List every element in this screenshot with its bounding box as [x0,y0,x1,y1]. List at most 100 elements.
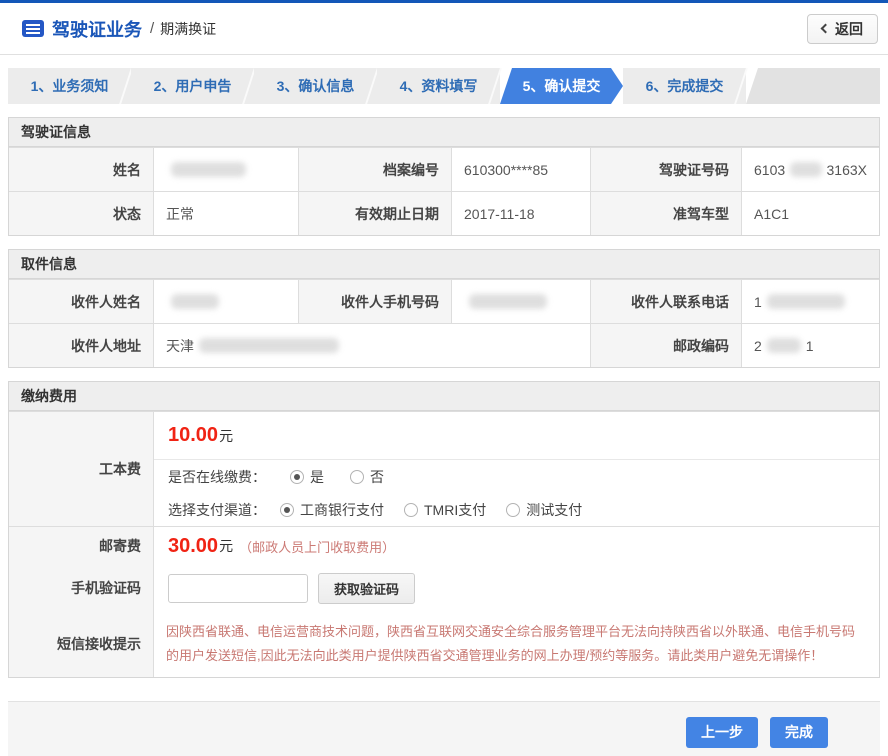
sms-tip-label: 短信接收提示 [9,611,153,677]
license-info-section: 驾驶证信息 姓名 档案编号 610300****85 驾驶证号码 6103316… [8,117,880,236]
redacted-blur [790,162,821,177]
license-form-icon [22,20,44,37]
table-row: 姓名 档案编号 610300****85 驾驶证号码 61033163X [9,147,879,191]
fees-section: 缴纳费用 工本费 10.00 元 是否在线缴费： 是 否 选择支付渠道： [8,381,880,678]
mail-fee-label: 邮寄费 [9,527,153,565]
production-fee-amount-line: 10.00 元 [154,412,879,460]
address-prefix: 天津 [166,336,194,356]
step-label: 2、用户申告 [154,76,232,96]
step-bar-tail [746,68,880,104]
radio-channel-icbc[interactable] [280,503,294,517]
step-separator [488,68,502,104]
file-no-value: 610300****85 [451,148,590,191]
recipient-name-value [153,280,298,323]
page-title: 驾驶证业务 [52,16,142,42]
channel-tmri-label[interactable]: TMRI支付 [424,500,486,520]
breadcrumb-separator: / [150,20,154,37]
expiry-label: 有效期止日期 [298,192,451,235]
license-no-suffix: 3163X [827,162,867,178]
production-fee-row: 工本费 10.00 元 是否在线缴费： 是 否 选择支付渠道： 工商银行支付 [9,411,879,526]
sms-tip-row: 短信接收提示 因陕西省联通、电信运营商技术问题，陕西省互联网交通安全综合服务管理… [9,610,879,677]
step-label: 5、确认提交 [523,76,601,96]
currency-unit: 元 [219,426,233,446]
vehicle-class-label: 准驾车型 [590,192,741,235]
get-code-button[interactable]: 获取验证码 [318,573,415,604]
section-title: 缴纳费用 [9,382,879,411]
mail-fee-row: 邮寄费 30.00 元 （邮政人员上门收取费用） [9,526,879,564]
production-fee-amount: 10.00 [168,424,218,447]
pay-channel-line: 选择支付渠道： 工商银行支付 TMRI支付 测试支付 [154,493,879,526]
license-no-value: 6103 3163X [741,148,879,191]
postcode-suffix: 1 [806,338,814,354]
step-label: 6、完成提交 [646,76,724,96]
radio-channel-tmri[interactable] [404,503,418,517]
section-title: 驾驶证信息 [9,118,879,147]
table-row: 状态 正常 有效期止日期 2017-11-18 准驾车型 A1C1 [9,191,879,235]
footer-action-bar: 上一步 完成 [8,701,880,756]
recipient-address-value: 天津 [153,324,590,367]
channel-test-label[interactable]: 测试支付 [526,500,582,520]
mail-fee-amount: 30.00 [168,535,218,558]
license-no-prefix: 6103 [754,162,785,178]
phone-prefix: 1 [754,294,762,310]
step-tab-3[interactable]: 3、确认信息 [254,68,377,104]
radio-channel-test[interactable] [506,503,520,517]
sms-code-field-area: 获取验证码 [153,565,879,611]
name-value [153,148,298,191]
recipient-phone-label: 收件人联系电话 [590,280,741,323]
production-fee-label: 工本费 [9,412,153,526]
page-header: 驾驶证业务 / 期满换证 返回 [0,3,888,55]
redacted-blur [199,338,339,353]
redacted-blur [767,294,845,309]
recipient-mobile-value [451,280,590,323]
currency-unit: 元 [219,536,233,556]
online-pay-line: 是否在线缴费： 是 否 [154,460,879,493]
sms-tip-text: 因陕西省联通、电信运营商技术问题，陕西省互联网交通安全综合服务管理平台无法向持陕… [154,611,879,677]
step-tab-4[interactable]: 4、资料填写 [377,68,500,104]
step-wizard: 1、业务须知 2、用户申告 3、确认信息 4、资料填写 5、确认提交 6、完成提… [8,68,880,104]
back-button-label: 返回 [835,19,863,39]
redacted-blur [171,294,219,309]
step-tab-5[interactable]: 5、确认提交 [500,68,623,104]
table-row: 收件人地址 天津 邮政编码 21 [9,323,879,367]
recipient-mobile-label: 收件人手机号码 [298,280,451,323]
previous-step-button[interactable]: 上一步 [686,717,758,748]
recipient-phone-value: 1 [741,280,879,323]
radio-online-yes[interactable] [290,470,304,484]
pay-channel-question: 选择支付渠道： [168,500,266,520]
main-content: 1、业务须知 2、用户申告 3、确认信息 4、资料填写 5、确认提交 6、完成提… [0,68,888,678]
table-row: 收件人姓名 收件人手机号码 收件人联系电话 1 [9,279,879,323]
postcode-prefix: 2 [754,338,762,354]
vehicle-class-value: A1C1 [741,192,879,235]
sms-code-row: 手机验证码 获取验证码 [9,564,879,610]
online-yes-label[interactable]: 是 [310,467,324,487]
step-tab-1[interactable]: 1、业务须知 [8,68,131,104]
sms-tip-value: 因陕西省联通、电信运营商技术问题，陕西省互联网交通安全综合服务管理平台无法向持陕… [153,611,879,677]
recipient-name-label: 收件人姓名 [9,280,153,323]
back-button[interactable]: 返回 [807,14,878,44]
radio-online-no[interactable] [350,470,364,484]
expiry-value: 2017-11-18 [451,192,590,235]
breadcrumb-current: 期满换证 [160,19,216,39]
license-no-label: 驾驶证号码 [590,148,741,191]
pickup-info-section: 取件信息 收件人姓名 收件人手机号码 收件人联系电话 1 收件人地址 天津 邮政… [8,249,880,368]
mail-fee-value: 30.00 元 （邮政人员上门收取费用） [153,527,879,565]
online-no-label[interactable]: 否 [370,467,384,487]
section-title: 取件信息 [9,250,879,279]
redacted-blur [171,162,246,177]
sms-code-input[interactable] [168,574,308,603]
recipient-address-label: 收件人地址 [9,324,153,367]
finish-button[interactable]: 完成 [770,717,828,748]
step-separator [734,68,748,104]
postcode-value: 21 [741,324,879,367]
sms-code-label: 手机验证码 [9,565,153,611]
step-label: 4、资料填写 [400,76,478,96]
step-tab-6[interactable]: 6、完成提交 [623,68,746,104]
step-label: 3、确认信息 [277,76,355,96]
step-tab-2[interactable]: 2、用户申告 [131,68,254,104]
channel-icbc-label[interactable]: 工商银行支付 [300,500,384,520]
status-label: 状态 [9,192,153,235]
postcode-label: 邮政编码 [590,324,741,367]
name-label: 姓名 [9,148,153,191]
redacted-blur [469,294,547,309]
